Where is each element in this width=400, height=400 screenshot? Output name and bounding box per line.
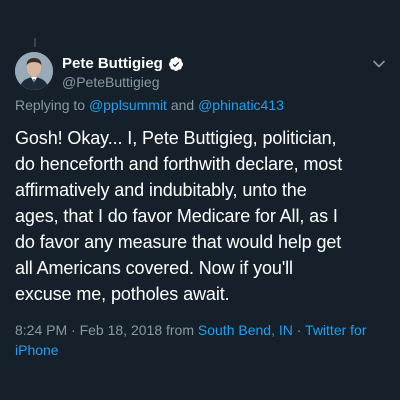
from-label: from <box>166 322 194 338</box>
replying-to-conjunction: and <box>170 97 195 113</box>
tweet-text-line: all Americans covered. Now if you'll <box>15 258 293 278</box>
tweet-body: Gosh! Okay... I, Pete Buttigieg, politic… <box>15 125 395 307</box>
thread-connector-line <box>34 38 36 47</box>
tweet-text-line: Gosh! Okay... I, Pete Buttigieg, politic… <box>15 128 337 148</box>
tweet-text-line: do favor any measure that would help get <box>15 232 342 252</box>
author-name-row: Pete Buttigieg <box>62 55 184 73</box>
mention-link-pplsummit[interactable]: @pplsummit <box>89 97 167 113</box>
tweet-date[interactable]: Feb 18, 2018 <box>80 322 163 338</box>
avatar[interactable] <box>15 52 53 90</box>
mention-link-phinatic413[interactable]: @phinatic413 <box>198 97 284 113</box>
source-link[interactable]: Twitter for <box>305 322 366 338</box>
display-name[interactable]: Pete Buttigieg <box>62 55 163 73</box>
chevron-down-icon[interactable] <box>372 57 386 71</box>
replying-to-label: Replying to <box>15 97 86 113</box>
user-handle[interactable]: @PeteButtigieg <box>62 74 160 91</box>
meta-separator: · <box>296 322 302 338</box>
tweet-text-line: ages, that I do favor Medicare for All, … <box>15 206 338 226</box>
source-link-continued[interactable]: iPhone <box>15 342 59 358</box>
tweet-text-line: do henceforth and forthwith declare, mos… <box>15 154 343 174</box>
replying-to-line: Replying to @pplsummit and @phinatic413 <box>15 97 284 114</box>
tweet-time[interactable]: 8:24 PM <box>15 322 67 338</box>
meta-separator: · <box>71 322 76 338</box>
location-link[interactable]: South Bend, IN <box>198 322 293 338</box>
profile-photo-icon <box>15 52 53 90</box>
tweet-card: Pete Buttigieg @PeteButtigieg Replying t… <box>0 0 400 400</box>
tweet-text-line: excuse me, potholes await. <box>15 284 230 304</box>
tweet-text-line: affirmatively and indubitably, unto the <box>15 180 307 200</box>
verified-badge-icon <box>168 57 183 71</box>
tweet-metadata: 8:24 PM · Feb 18, 2018 from South Bend, … <box>15 320 390 360</box>
